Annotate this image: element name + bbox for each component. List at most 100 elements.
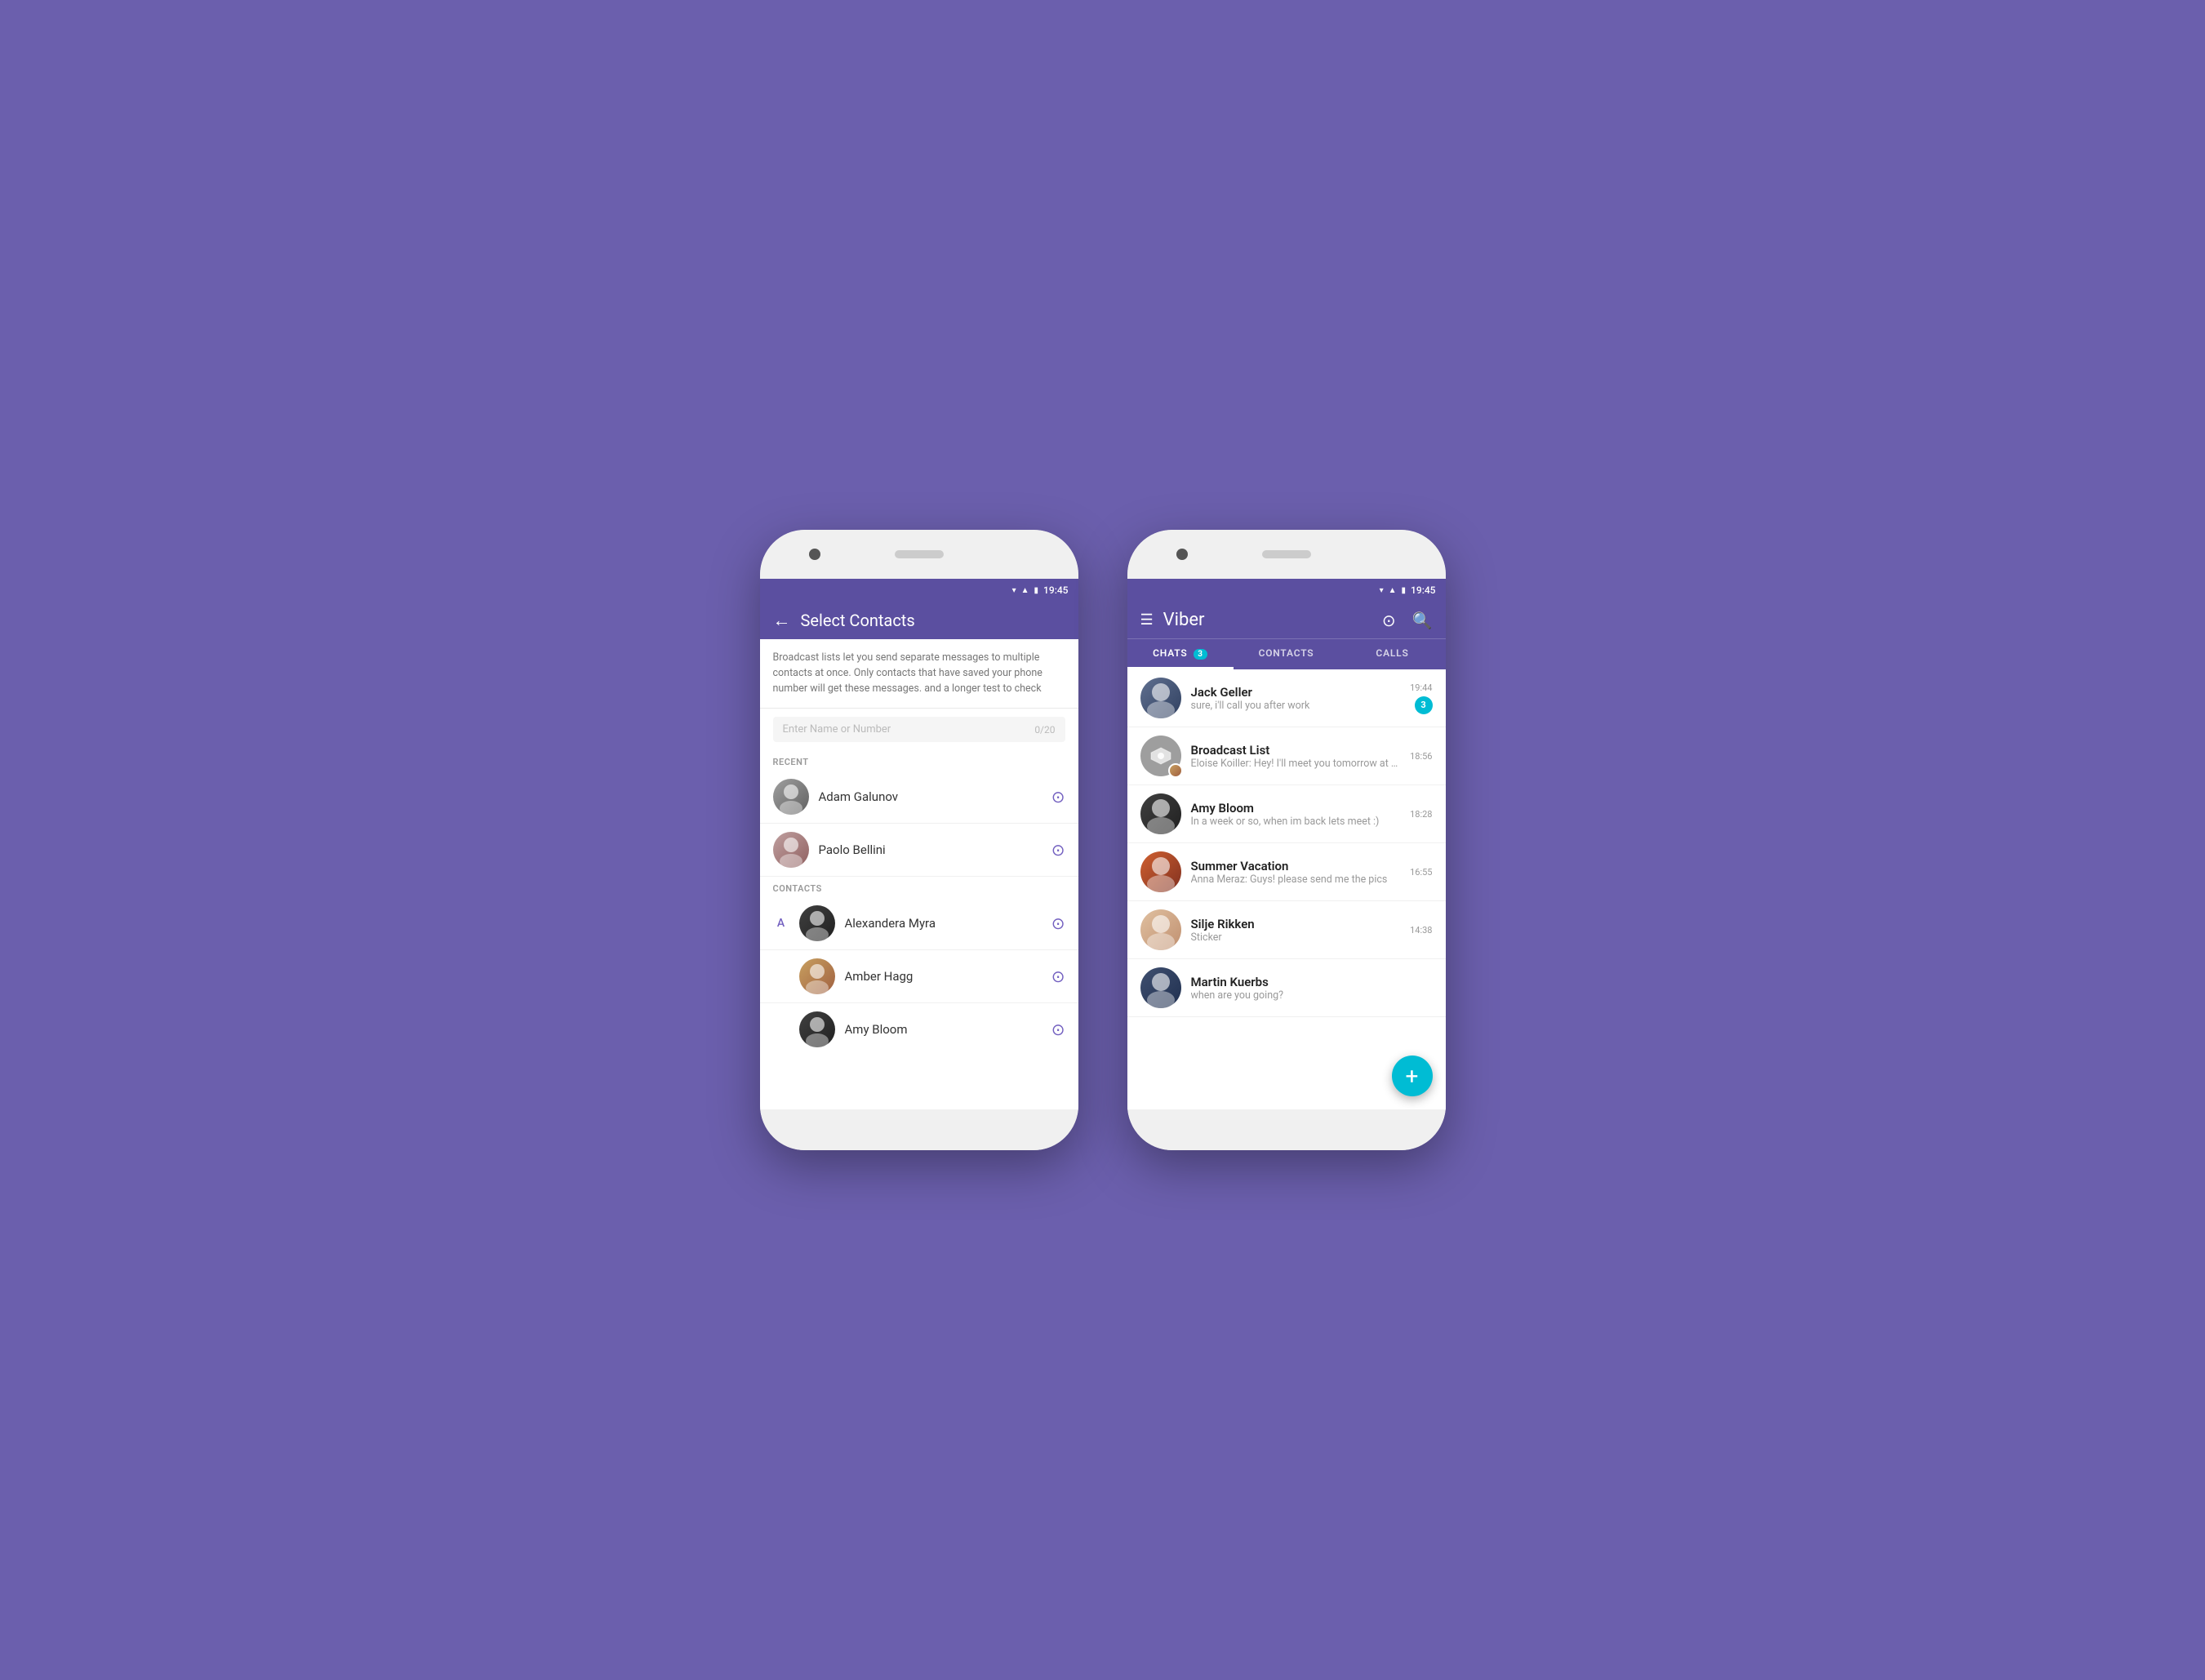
- app-header-1: ← Select Contacts: [760, 602, 1078, 639]
- status-time-1: 19:45: [1043, 584, 1068, 596]
- chat-item-broadcast[interactable]: Broadcast List Eloise Koiller: Hey! I'll…: [1127, 727, 1446, 785]
- chat-unread-jack: 3: [1415, 696, 1433, 714]
- avatar-summer: [1140, 851, 1181, 892]
- wifi-icon-1: ▾: [1012, 586, 1016, 595]
- chat-time-amy-bloom: 18:28: [1410, 809, 1432, 820]
- search-bar[interactable]: Enter Name or Number 0/20: [773, 717, 1065, 742]
- contact-item-alex[interactable]: A Alexandera Myra ⊙: [760, 897, 1078, 950]
- broadcast-avatar: [1140, 736, 1181, 776]
- avatar-jack: [1140, 678, 1181, 718]
- avatar-amber: [799, 958, 835, 994]
- contact-name-adam: Adam Galunov: [819, 789, 1042, 804]
- search-icon[interactable]: 🔍: [1412, 611, 1433, 630]
- chat-name-amy-bloom: Amy Bloom: [1191, 801, 1401, 816]
- chat-time-broadcast: 18:56: [1410, 751, 1432, 762]
- battery-icon-1: ▮: [1034, 586, 1039, 595]
- tab-chats[interactable]: CHATS 3: [1127, 639, 1234, 669]
- viber-app-title: Viber: [1163, 610, 1366, 630]
- chat-name-summer: Summer Vacation: [1191, 859, 1401, 873]
- avatar-paolo: [773, 832, 809, 868]
- contacts-label: CONTACTS: [760, 877, 1078, 897]
- avatar-martin: [1140, 967, 1181, 1008]
- chat-content-jack: Jack Geller sure, i'll call you after wo…: [1191, 685, 1401, 712]
- viber-icon-amber: ⊙: [1051, 967, 1065, 986]
- chat-meta-jack: 19:44 3: [1410, 682, 1432, 714]
- phone-1: ▾ ▲ ▮ 19:45 ← Select Contacts Broadcast …: [760, 530, 1078, 1150]
- avatar-silje: [1140, 909, 1181, 950]
- contact-item-amy[interactable]: Amy Bloom ⊙: [760, 1003, 1078, 1056]
- viber-header: ☰ Viber ⊙ 🔍: [1127, 602, 1446, 638]
- signal-icon-2: ▲: [1389, 586, 1397, 595]
- chat-content-amy-bloom: Amy Bloom In a week or so, when im back …: [1191, 801, 1401, 828]
- tab-contacts[interactable]: CONTACTS: [1234, 639, 1340, 669]
- phone-2-camera: [1176, 549, 1188, 560]
- phone-1-bottom-bar: [760, 1109, 1078, 1150]
- tab-contacts-label: CONTACTS: [1259, 647, 1314, 659]
- alpha-a: A: [773, 917, 789, 930]
- contact-item-amber[interactable]: Amber Hagg ⊙: [760, 950, 1078, 1003]
- fab-new-chat[interactable]: +: [1392, 1056, 1433, 1096]
- phone-2-top-bar: [1127, 530, 1446, 579]
- phones-container: ▾ ▲ ▮ 19:45 ← Select Contacts Broadcast …: [760, 530, 1446, 1150]
- chat-content-martin: Martin Kuerbs when are you going?: [1191, 975, 1423, 1002]
- chat-time-silje: 14:38: [1410, 925, 1432, 936]
- page-title-1: Select Contacts: [801, 611, 1065, 630]
- chat-preview-broadcast: Eloise Koiller: Hey! I'll meet you tomor…: [1191, 758, 1401, 770]
- contact-name-amber: Amber Hagg: [845, 969, 1042, 984]
- avatar-amy-bloom-1: [799, 1011, 835, 1047]
- chat-preview-martin: when are you going?: [1191, 989, 1423, 1002]
- search-count: 0/20: [1034, 724, 1055, 736]
- phone-1-speaker: [895, 550, 944, 558]
- avatar-adam: [773, 779, 809, 815]
- viber-icon-alex: ⊙: [1051, 913, 1065, 933]
- phone-1-top-bar: [760, 530, 1078, 579]
- signal-icon-1: ▲: [1021, 586, 1029, 595]
- tabs-bar: CHATS 3 CONTACTS CALLS: [1127, 638, 1446, 669]
- battery-icon-2: ▮: [1402, 586, 1407, 595]
- contact-name-alex: Alexandera Myra: [845, 916, 1042, 931]
- phone-2-speaker: [1262, 550, 1311, 558]
- chat-item-jack[interactable]: Jack Geller sure, i'll call you after wo…: [1127, 669, 1446, 727]
- viber-icon-adam: ⊙: [1051, 787, 1065, 807]
- chat-content-silje: Silje Rikken Sticker: [1191, 917, 1401, 944]
- phone-1-camera: [809, 549, 820, 560]
- viber-icon-amy: ⊙: [1051, 1020, 1065, 1039]
- back-button[interactable]: ←: [773, 610, 791, 631]
- chat-name-jack: Jack Geller: [1191, 685, 1401, 700]
- chat-content-summer: Summer Vacation Anna Meraz: Guys! please…: [1191, 859, 1401, 886]
- chat-time-jack: 19:44: [1410, 682, 1432, 693]
- chat-time-summer: 16:55: [1410, 867, 1432, 878]
- avatar-amy-bloom-2: [1140, 793, 1181, 834]
- tab-calls[interactable]: CALLS: [1340, 639, 1446, 669]
- chat-item-amy-bloom[interactable]: Amy Bloom In a week or so, when im back …: [1127, 785, 1446, 843]
- phone-2-screen: ▾ ▲ ▮ 19:45 ☰ Viber ⊙ 🔍 CHATS 3 CONTACTS: [1127, 579, 1446, 1109]
- contact-item-paolo[interactable]: Paolo Bellini ⊙: [760, 824, 1078, 877]
- menu-icon[interactable]: ☰: [1140, 611, 1154, 629]
- tab-calls-label: CALLS: [1376, 647, 1408, 659]
- chat-meta-summer: 16:55: [1410, 867, 1432, 878]
- chats-badge: 3: [1194, 649, 1207, 660]
- search-placeholder: Enter Name or Number: [783, 723, 891, 736]
- chat-preview-summer: Anna Meraz: Guys! please send me the pic…: [1191, 873, 1401, 886]
- broadcast-badge-img: [1168, 763, 1183, 778]
- avatar-alex: [799, 905, 835, 941]
- wifi-icon-2: ▾: [1380, 586, 1384, 595]
- chat-meta-amy-bloom: 18:28: [1410, 809, 1432, 820]
- contact-name-paolo: Paolo Bellini: [819, 842, 1042, 857]
- tab-chats-label: CHATS: [1153, 647, 1187, 659]
- status-time-2: 19:45: [1411, 584, 1435, 596]
- chat-meta-silje: 14:38: [1410, 925, 1432, 936]
- chat-item-silje[interactable]: Silje Rikken Sticker 14:38: [1127, 901, 1446, 959]
- chat-item-martin[interactable]: Martin Kuerbs when are you going?: [1127, 959, 1446, 1017]
- status-bar-2: ▾ ▲ ▮ 19:45: [1127, 579, 1446, 602]
- chat-content-broadcast: Broadcast List Eloise Koiller: Hey! I'll…: [1191, 743, 1401, 770]
- chat-item-summer[interactable]: Summer Vacation Anna Meraz: Guys! please…: [1127, 843, 1446, 901]
- recent-label: RECENT: [760, 750, 1078, 771]
- chat-name-martin: Martin Kuerbs: [1191, 975, 1423, 989]
- phone-1-screen: ▾ ▲ ▮ 19:45 ← Select Contacts Broadcast …: [760, 579, 1078, 1109]
- broadcast-info: Broadcast lists let you send separate me…: [760, 639, 1078, 709]
- contact-item-adam[interactable]: Adam Galunov ⊙: [760, 771, 1078, 824]
- chat-preview-jack: sure, i'll call you after work: [1191, 700, 1401, 712]
- status-bar-1: ▾ ▲ ▮ 19:45: [760, 579, 1078, 602]
- more-icon[interactable]: ⊙: [1382, 611, 1396, 630]
